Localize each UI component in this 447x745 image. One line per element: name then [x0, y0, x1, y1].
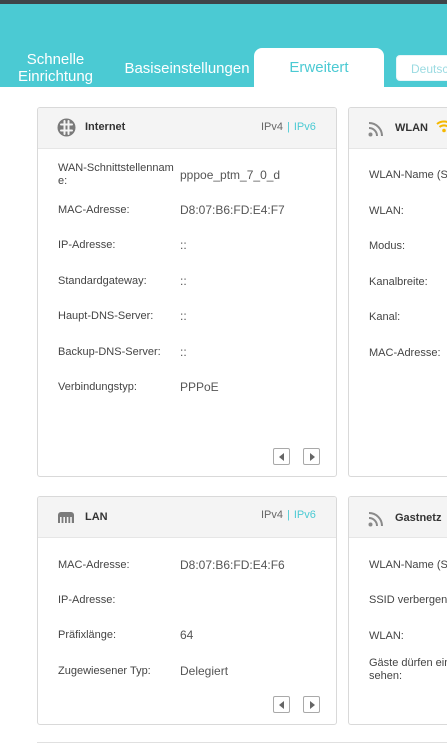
internet-value-gateway: ::: [180, 274, 187, 288]
ipv6-link[interactable]: IPv6: [294, 121, 316, 133]
internet-label-gateway: Standardgateway:: [58, 275, 147, 287]
lan-value-prefix: 64: [180, 628, 194, 642]
ip-version-switch: IPv4 | IPv6: [261, 121, 316, 133]
internet-label-connection-type: Verbindungstyp:: [58, 381, 137, 393]
chevron-right-icon: [310, 453, 315, 461]
lan-label-prefix: Präfixlänge:: [58, 629, 117, 641]
chevron-left-icon: [279, 701, 284, 709]
internet-card: Internet IPv4 | IPv6 WAN-Schnittstellennam…: [37, 107, 337, 477]
lan-ipv4-link[interactable]: IPv4: [261, 509, 283, 521]
wlan-label-wlan: WLAN:: [369, 205, 404, 217]
lan-ip-separator: |: [287, 509, 290, 521]
wlan-label-channel-width: Kanalbreite:: [369, 276, 428, 288]
wifi-signal-icon: [436, 119, 447, 138]
lan-card-header: LAN IPv4 | IPv6: [38, 497, 336, 538]
language-select-value: Deutsc: [411, 62, 447, 76]
internet-value-ip: ::: [180, 238, 187, 252]
lan-value-mac: D8:07:B6:FD:E4:F6: [180, 558, 285, 572]
wlan-label-channel: Kanal:: [369, 311, 401, 323]
ipv4-link[interactable]: IPv4: [261, 121, 283, 133]
internet-value-backup-dns: ::: [180, 345, 187, 359]
internet-value-mac: D8:07:B6:FD:E4:F7: [180, 203, 285, 217]
tab-quick-setup-label: Schnelle Einrichtung: [17, 51, 94, 85]
header: Schnelle Einrichtung Basiseinstellungen …: [0, 4, 447, 87]
tab-advanced[interactable]: Erweitert: [254, 48, 384, 87]
internet-card-header: Internet IPv4 | IPv6: [38, 108, 336, 149]
lan-label-ip: IP-Adresse:: [58, 594, 116, 606]
lan-next-button[interactable]: [303, 696, 320, 713]
guest-label-guests-see: Gäste dürfen ein sehen:: [369, 657, 447, 682]
tab-basic-settings-label: Basiseinstellungen: [124, 60, 250, 77]
lan-label-mac: MAC-Adresse:: [58, 559, 130, 571]
guest-label-ssid: WLAN-Name (S: [369, 559, 447, 571]
wlan-label-mac: MAC-Adresse:: [369, 347, 441, 359]
internet-label-wan-name: WAN-Schnittstellenname:: [58, 162, 174, 187]
tab-basic-settings[interactable]: Basiseinstellungen: [121, 60, 253, 77]
internet-label-mac: MAC-Adresse:: [58, 204, 130, 216]
next-card-border: [37, 742, 447, 743]
globe-icon: [57, 118, 76, 142]
wlan-card-header: WLAN: [349, 108, 447, 149]
internet-prev-button[interactable]: [273, 448, 290, 465]
guest-wireless-icon: [368, 510, 385, 532]
ip-separator: |: [287, 121, 290, 133]
internet-label-ip: IP-Adresse:: [58, 239, 116, 251]
wlan-card-title: WLAN: [395, 122, 428, 134]
tab-advanced-label: Erweitert: [289, 59, 349, 76]
wireless-icon: [368, 120, 385, 142]
internet-next-button[interactable]: [303, 448, 320, 465]
language-select[interactable]: Deutsc: [396, 55, 447, 81]
internet-label-backup-dns: Backup-DNS-Server:: [58, 346, 161, 358]
chevron-left-icon: [279, 453, 284, 461]
wlan-label-mode: Modus:: [369, 240, 406, 252]
tab-quick-setup[interactable]: Schnelle Einrichtung: [8, 51, 103, 85]
guest-label-hide-ssid: SSID verbergen:: [369, 594, 447, 606]
guest-card: Gastnetz WLAN-Name (S SSID verbergen: WL…: [348, 496, 447, 725]
internet-value-connection-type: PPPoE: [180, 380, 219, 394]
wlan-label-ssid: WLAN-Name (S: [369, 169, 447, 181]
guest-label-wlan: WLAN:: [369, 630, 404, 642]
chevron-right-icon: [310, 701, 315, 709]
lan-ip-version-switch: IPv4 | IPv6: [261, 509, 316, 521]
internet-label-primary-dns: Haupt-DNS-Server:: [58, 310, 154, 322]
lan-ipv6-link[interactable]: IPv6: [294, 509, 316, 521]
lan-value-assigned-type: Delegiert: [180, 664, 229, 678]
lan-label-assigned-type: Zugewiesener Typ:: [58, 665, 151, 677]
internet-value-primary-dns: ::: [180, 309, 187, 323]
lan-card-title: LAN: [85, 511, 108, 523]
guest-card-header: Gastnetz: [349, 497, 447, 538]
lan-port-icon: [56, 510, 76, 529]
internet-value-wan-name: pppoe_ptm_7_0_d: [180, 168, 281, 182]
guest-card-title: Gastnetz: [395, 512, 442, 524]
lan-card: LAN IPv4 | IPv6 MAC-Adresse: D8:07:B6:FD:E…: [37, 496, 337, 725]
lan-prev-button[interactable]: [273, 696, 290, 713]
wlan-card: WLAN WLAN-Name (S WLAN: Modus: Kanalbrei…: [348, 107, 447, 477]
internet-card-title: Internet: [85, 121, 126, 133]
